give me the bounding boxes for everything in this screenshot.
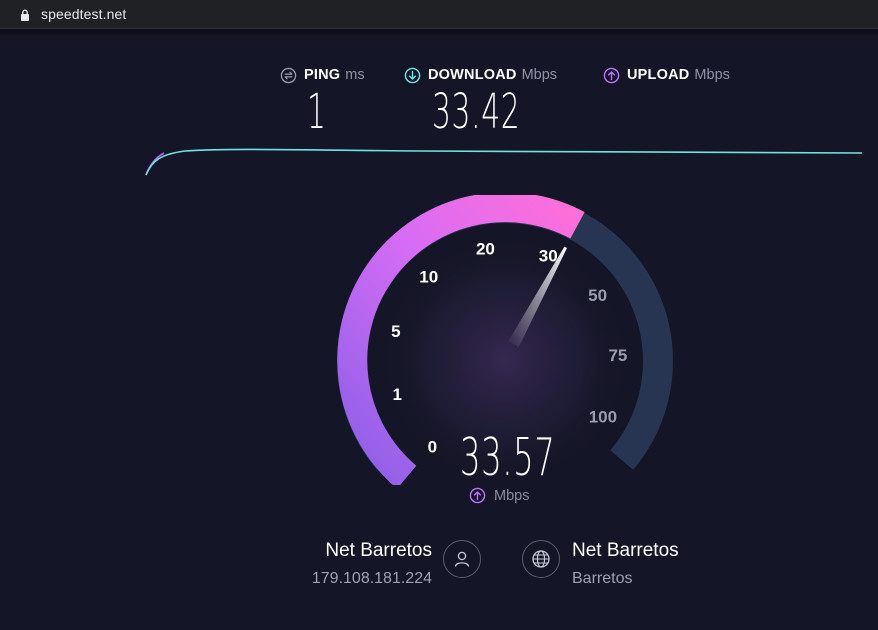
gauge-tick-label: 0	[428, 438, 437, 457]
toolbar-shadow	[0, 29, 878, 37]
download-title: DOWNLOAD	[428, 67, 517, 83]
server-globe-button[interactable]	[522, 540, 560, 578]
gauge-tick-label: 1	[392, 385, 401, 404]
gauge-tick-label: 50	[588, 286, 607, 305]
upload-arrow-icon	[603, 67, 620, 83]
upload-title: UPLOAD	[627, 67, 690, 83]
gauge-tick-label: 75	[608, 346, 627, 365]
provider-ip: 179.108.181.224	[311, 570, 432, 587]
user-icon	[454, 551, 470, 567]
gauge-tick-label: 100	[589, 408, 617, 427]
provider-user-button[interactable]	[443, 540, 481, 578]
server-name[interactable]: Net Barretos	[572, 540, 679, 562]
browser-address-bar[interactable]: speedtest.net	[0, 0, 878, 29]
speed-graph	[145, 148, 863, 176]
server-location: Barretos	[572, 570, 633, 587]
ping-unit: ms	[345, 67, 365, 83]
gauge-tick-label: 20	[476, 240, 495, 259]
upload-header: UPLOAD Mbps	[603, 64, 730, 86]
lock-icon	[21, 9, 29, 21]
gauge-tick-label: 10	[419, 268, 438, 287]
ping-header: PING ms	[280, 64, 365, 86]
url-field[interactable]: speedtest.net	[4, 2, 878, 26]
gauge-tick-label: 5	[391, 322, 400, 341]
provider-name: Net Barretos	[325, 540, 432, 561]
upload-arrow-icon	[469, 487, 486, 504]
current-speed-unit: Mbps	[469, 487, 529, 504]
download-unit: Mbps	[521, 67, 558, 83]
download-arrow-icon	[404, 67, 421, 83]
current-speed-value: 33.57	[460, 428, 556, 488]
gauge-tick-label: 30	[539, 247, 558, 266]
url-text: speedtest.net	[41, 6, 127, 22]
upload-unit: Mbps	[694, 67, 730, 83]
download-header: DOWNLOAD Mbps	[404, 64, 557, 86]
ping-value: 1	[307, 84, 327, 140]
speed-unit-label: Mbps	[494, 487, 530, 504]
ping-icon	[280, 67, 297, 83]
ping-title: PING	[304, 67, 341, 83]
globe-icon	[532, 550, 550, 568]
download-value: 33.42	[432, 84, 521, 140]
download-graph-line	[145, 148, 863, 176]
